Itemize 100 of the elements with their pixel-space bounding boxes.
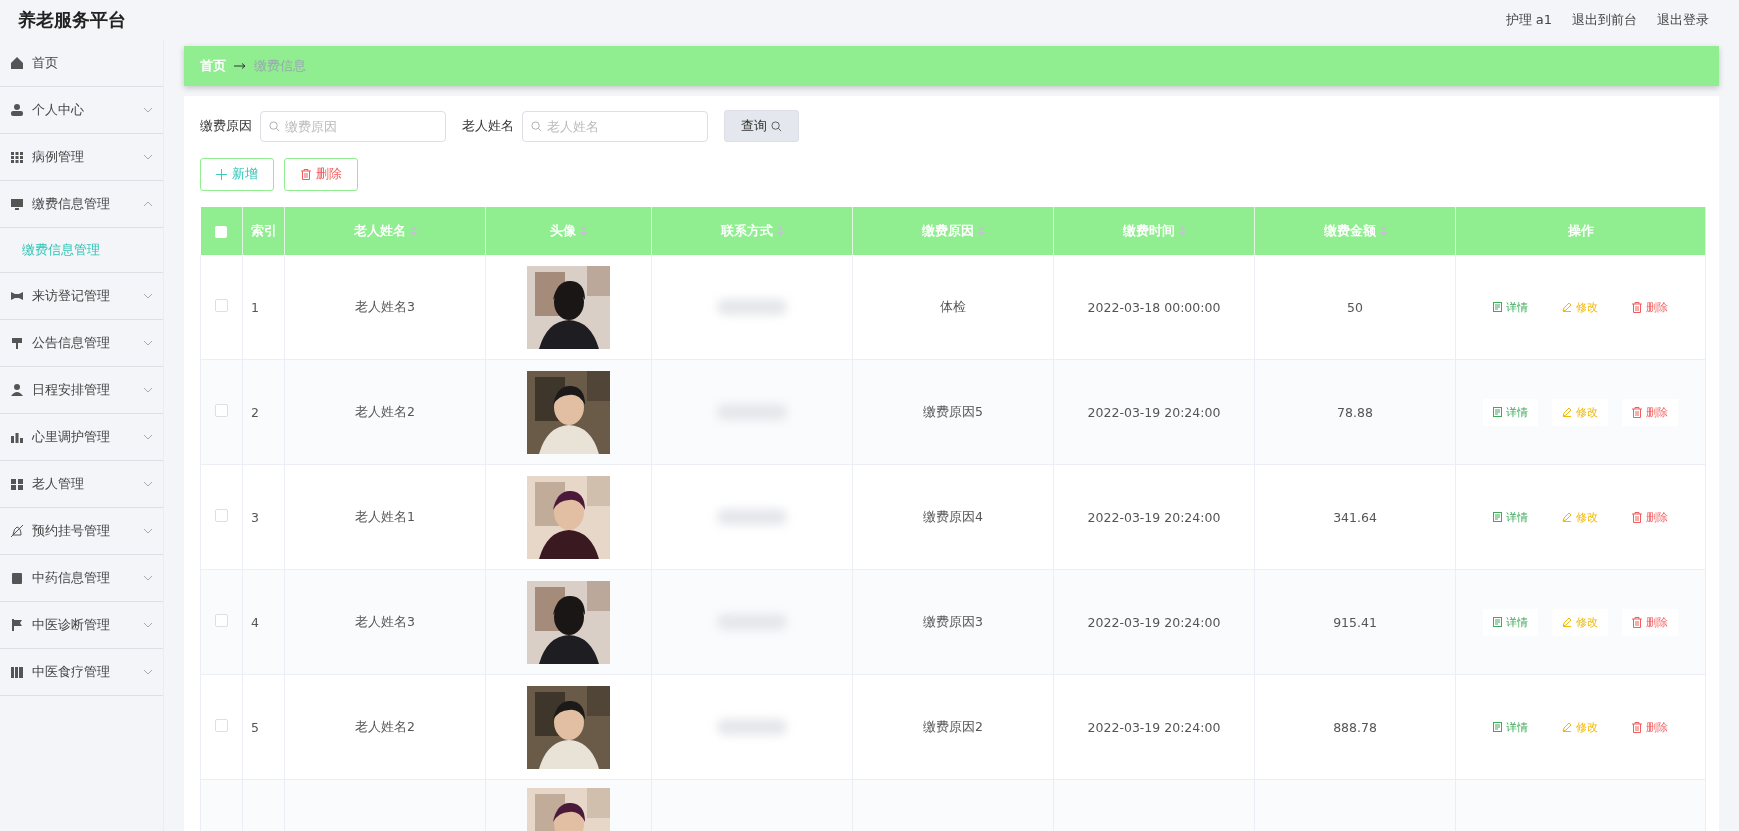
edit-button[interactable]: 修改 xyxy=(1552,398,1608,426)
sidebar-item[interactable]: 中药信息管理 xyxy=(0,555,163,602)
chevron-icon xyxy=(143,622,153,628)
search-icon xyxy=(531,120,542,132)
menu-icon xyxy=(10,430,24,444)
app-title: 养老服务平台 xyxy=(18,8,126,32)
sidebar-item[interactable]: 老人管理 xyxy=(0,461,163,508)
menu-icon xyxy=(10,477,24,491)
table-cell: 老人姓名2 xyxy=(355,718,415,734)
sidebar-subitem[interactable]: 缴费信息管理 xyxy=(0,228,163,273)
table-cell: 915.41 xyxy=(1333,614,1377,630)
table-cell: 2022-03-18 00:00:00 xyxy=(1087,299,1221,315)
table-cell: 2022-03-19 20:24:00 xyxy=(1087,404,1221,420)
search-field[interactable]: 老人姓名 xyxy=(522,110,708,142)
table-cell: 78.88 xyxy=(1337,404,1373,420)
header-link[interactable]: 退出到前台 xyxy=(1572,11,1637,29)
chevron-icon xyxy=(143,528,153,534)
header-link[interactable]: 护理 a1 xyxy=(1505,11,1552,29)
edit-button[interactable]: 修改 xyxy=(1552,503,1608,531)
table-cell: 缴费原因5 xyxy=(923,403,983,419)
row-checkbox[interactable] xyxy=(215,614,228,627)
edit-button[interactable]: 修改 xyxy=(1552,608,1608,636)
sort-icon xyxy=(409,226,417,236)
sidebar-item[interactable]: 日程安排管理 xyxy=(0,367,163,414)
menu-icon xyxy=(10,56,24,70)
detail-button[interactable]: 详情 xyxy=(1483,713,1538,741)
query-button[interactable]: 查询 xyxy=(724,110,799,142)
trash-icon xyxy=(300,169,311,180)
table-cell: 老人姓名3 xyxy=(355,298,415,314)
pencil-icon xyxy=(1562,617,1572,627)
column-header: 索引 xyxy=(242,207,285,255)
breadcrumb-current: 缴费信息 xyxy=(254,57,306,75)
menu-icon xyxy=(10,665,24,679)
menu-icon xyxy=(10,197,24,211)
field-label: 老人姓名 xyxy=(462,117,514,135)
chevron-icon xyxy=(143,293,153,299)
row-checkbox[interactable] xyxy=(215,404,228,417)
table-cell: 341.64 xyxy=(1333,509,1377,525)
sidebar-item[interactable]: 来访登记管理 xyxy=(0,273,163,320)
chevron-icon xyxy=(143,669,153,675)
detail-button[interactable]: 详情 xyxy=(1483,503,1538,531)
delete-button[interactable]: 删除 xyxy=(1622,503,1678,531)
chevron-icon xyxy=(143,481,153,487)
search-field[interactable]: 缴费原因 xyxy=(260,110,446,142)
row-checkbox[interactable] xyxy=(215,299,228,312)
sidebar-item[interactable]: 首页 xyxy=(0,40,163,87)
pencil-icon xyxy=(1562,512,1572,522)
table-cell: 2022-03-19 20:24:00 xyxy=(1087,614,1221,630)
table-cell: 缴费原因4 xyxy=(923,508,983,524)
arrow-icon xyxy=(234,63,246,69)
menu-icon xyxy=(10,383,24,397)
sidebar-item[interactable]: 预约挂号管理 xyxy=(0,508,163,555)
detail-button[interactable]: 详情 xyxy=(1483,608,1538,636)
sidebar-item[interactable]: 个人中心 xyxy=(0,87,163,134)
pencil-icon xyxy=(1562,302,1572,312)
delete-button[interactable]: 删除 xyxy=(1622,293,1678,321)
plus-icon xyxy=(216,169,227,180)
table-cell: 1 xyxy=(251,299,259,315)
menu-icon xyxy=(10,150,24,164)
menu-icon xyxy=(10,618,24,632)
menu-icon xyxy=(10,524,24,538)
chevron-icon xyxy=(143,387,153,393)
table-cell: 老人姓名3 xyxy=(355,613,415,629)
edit-button[interactable]: 修改 xyxy=(1552,293,1608,321)
delete-button[interactable]: 删除 xyxy=(1622,398,1678,426)
search-icon xyxy=(771,120,782,132)
menu-icon xyxy=(10,571,24,585)
document-icon xyxy=(1493,512,1502,522)
delete-button[interactable]: 删除 xyxy=(1622,608,1678,636)
sidebar-item[interactable]: 缴费信息管理 xyxy=(0,181,163,228)
delete-button[interactable]: 删除 xyxy=(1622,713,1678,741)
document-icon xyxy=(1493,617,1502,627)
sort-icon xyxy=(776,226,784,236)
sidebar-item[interactable]: 公告信息管理 xyxy=(0,320,163,367)
table-cell: 缴费原因3 xyxy=(923,613,983,629)
pencil-icon xyxy=(1562,407,1572,417)
row-checkbox[interactable] xyxy=(215,509,228,522)
chevron-icon xyxy=(143,340,153,346)
detail-button[interactable]: 详情 xyxy=(1483,293,1538,321)
sidebar-item[interactable]: 中医食疗管理 xyxy=(0,649,163,696)
add-button[interactable]: 新增 xyxy=(200,158,274,191)
sidebar-item[interactable]: 病例管理 xyxy=(0,134,163,181)
trash-icon xyxy=(1632,406,1642,418)
chevron-icon xyxy=(143,154,153,160)
table-cell: 888.78 xyxy=(1333,719,1377,735)
table-cell: 2022-03-19 20:24:00 xyxy=(1087,719,1221,735)
sidebar-item[interactable]: 中医诊断管理 xyxy=(0,602,163,649)
detail-button[interactable]: 详情 xyxy=(1483,398,1538,426)
header-checkbox[interactable] xyxy=(215,226,228,238)
row-checkbox[interactable] xyxy=(215,719,228,732)
sidebar-item[interactable]: 心里调护管理 xyxy=(0,414,163,461)
document-icon xyxy=(1493,407,1502,417)
header-link[interactable]: 退出登录 xyxy=(1657,11,1709,29)
delete-button[interactable]: 删除 xyxy=(284,158,358,191)
search-icon xyxy=(269,120,280,132)
menu-icon xyxy=(10,336,24,350)
edit-button[interactable]: 修改 xyxy=(1552,713,1608,741)
field-label: 缴费原因 xyxy=(200,117,252,135)
table-cell: 老人姓名1 xyxy=(355,508,415,524)
chevron-icon xyxy=(143,107,153,113)
